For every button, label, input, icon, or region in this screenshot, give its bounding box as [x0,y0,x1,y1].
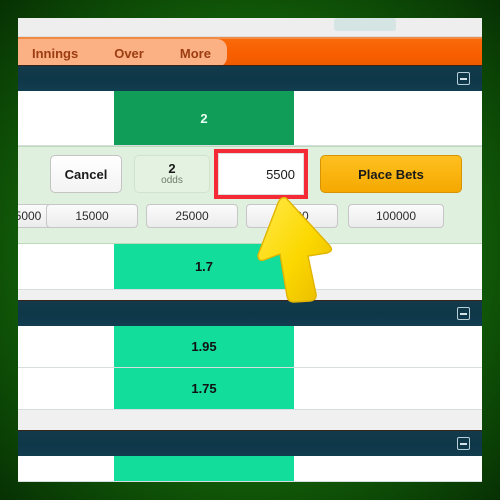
balance-pill[interactable] [334,18,396,31]
quick-stake-button[interactable]: 50000 [246,204,338,228]
bet-slip-controls: Cancel 2 odds Place Bets [18,149,482,199]
nav-tab-group: Innings Over More [18,39,227,67]
market-row-2: 1.7 [18,244,482,290]
odds-cell-1[interactable]: 2 [114,91,294,145]
quick-stake-button[interactable]: 15000 [46,204,138,228]
stake-input-highlight [214,149,308,199]
quick-stake-row: 5000150002500050000100000 [18,203,482,229]
odds-cell-3[interactable]: 1.95 [114,326,294,367]
quick-stake-button[interactable]: 25000 [146,204,238,228]
place-bets-button[interactable]: Place Bets [320,155,462,193]
quick-stake-button[interactable]: 100000 [348,204,444,228]
tab-over[interactable]: Over [114,46,144,61]
market-row-4: 1.75 [18,368,482,410]
market-row-3: 1.95 [18,326,482,368]
top-status-strip [18,18,482,37]
app-screen: Innings Over More 2 Cancel 2 odds 5500 P… [18,18,482,482]
section-header-1[interactable] [18,65,482,92]
market-row-5 [18,456,482,482]
odds-display: 2 odds [134,155,210,193]
tab-innings[interactable]: Innings [32,46,78,61]
section-header-3[interactable] [18,430,482,457]
stake-input[interactable] [218,153,304,195]
tab-more[interactable]: More [180,46,211,61]
odds-cell-5[interactable] [114,456,294,481]
section-header-2[interactable] [18,300,482,327]
odds-cell-2[interactable]: 1.7 [114,244,294,289]
primary-navbar: Innings Over More [18,37,482,67]
bet-slip: Cancel 2 odds Place Bets 500015000250005… [18,146,482,244]
minus-icon[interactable] [457,437,470,450]
odds-display-value: 2 [168,160,176,176]
decorative-green-frame: Innings Over More 2 Cancel 2 odds 5500 P… [0,0,500,500]
minus-icon[interactable] [457,307,470,320]
odds-display-label: odds [161,174,183,186]
cancel-button[interactable]: Cancel [50,155,122,193]
row-spacer-1 [18,290,482,300]
market-row-1: 2 [18,91,482,146]
odds-cell-4[interactable]: 1.75 [114,368,294,409]
minus-icon[interactable] [457,72,470,85]
row-spacer-2 [18,410,482,430]
